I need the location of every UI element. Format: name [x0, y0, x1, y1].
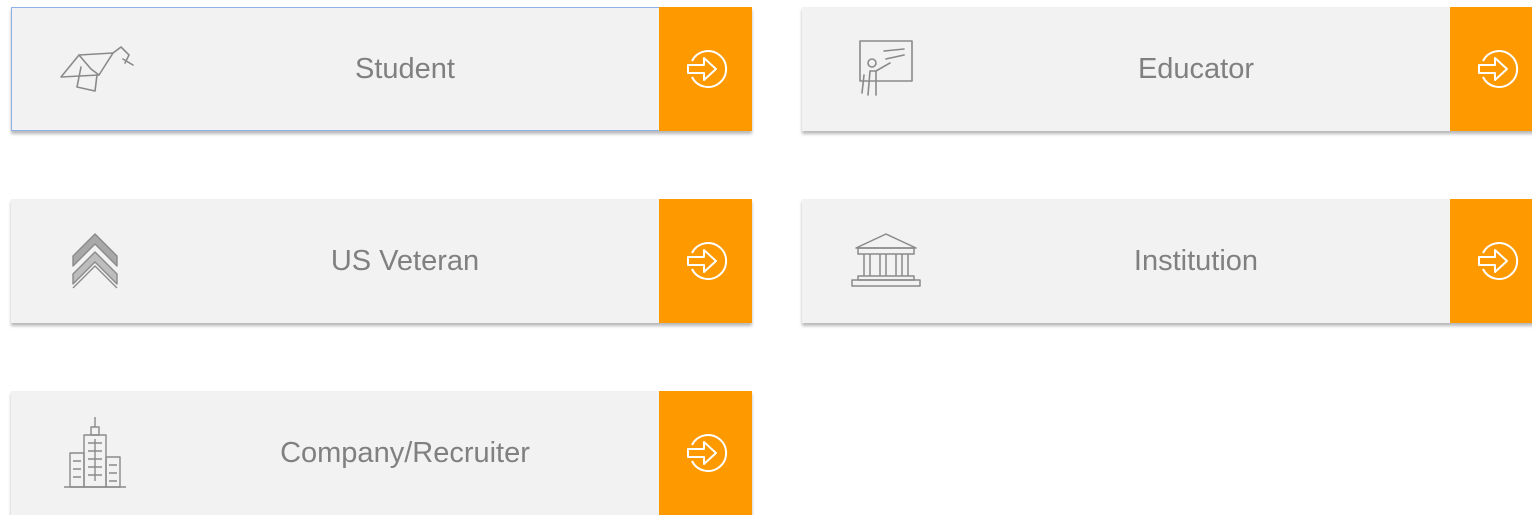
go-button[interactable]	[659, 391, 752, 515]
go-button[interactable]	[659, 7, 752, 131]
institution-building-icon	[838, 221, 934, 301]
arrow-enter-circle-icon	[686, 242, 727, 280]
card-educator[interactable]: Educator	[802, 7, 1532, 131]
card-institution[interactable]: Institution	[802, 199, 1532, 323]
office-skyscraper-icon	[47, 413, 143, 493]
arrow-enter-circle-icon	[1477, 242, 1518, 280]
user-type-selector: Student Educator US Veteran Institution …	[0, 0, 1532, 515]
go-button[interactable]	[1450, 7, 1532, 131]
go-button[interactable]	[659, 199, 752, 323]
go-button[interactable]	[1450, 199, 1532, 323]
card-us-veteran[interactable]: US Veteran	[11, 199, 752, 323]
card-label: Student	[355, 52, 455, 85]
military-rank-chevron-icon	[47, 221, 143, 301]
arrow-enter-circle-icon	[1477, 50, 1518, 88]
card-student[interactable]: Student	[11, 7, 752, 131]
card-label: Company/Recruiter	[280, 436, 530, 469]
teacher-presentation-icon	[838, 29, 934, 109]
card-label: Institution	[1133, 244, 1259, 277]
card-label: Educator	[1137, 52, 1255, 85]
card-label: US Veteran	[330, 244, 480, 277]
arrow-enter-circle-icon	[686, 50, 727, 88]
card-company-recruiter[interactable]: Company/Recruiter	[11, 391, 752, 515]
arrow-enter-circle-icon	[686, 434, 727, 472]
graduation-cap-icon	[48, 29, 144, 109]
